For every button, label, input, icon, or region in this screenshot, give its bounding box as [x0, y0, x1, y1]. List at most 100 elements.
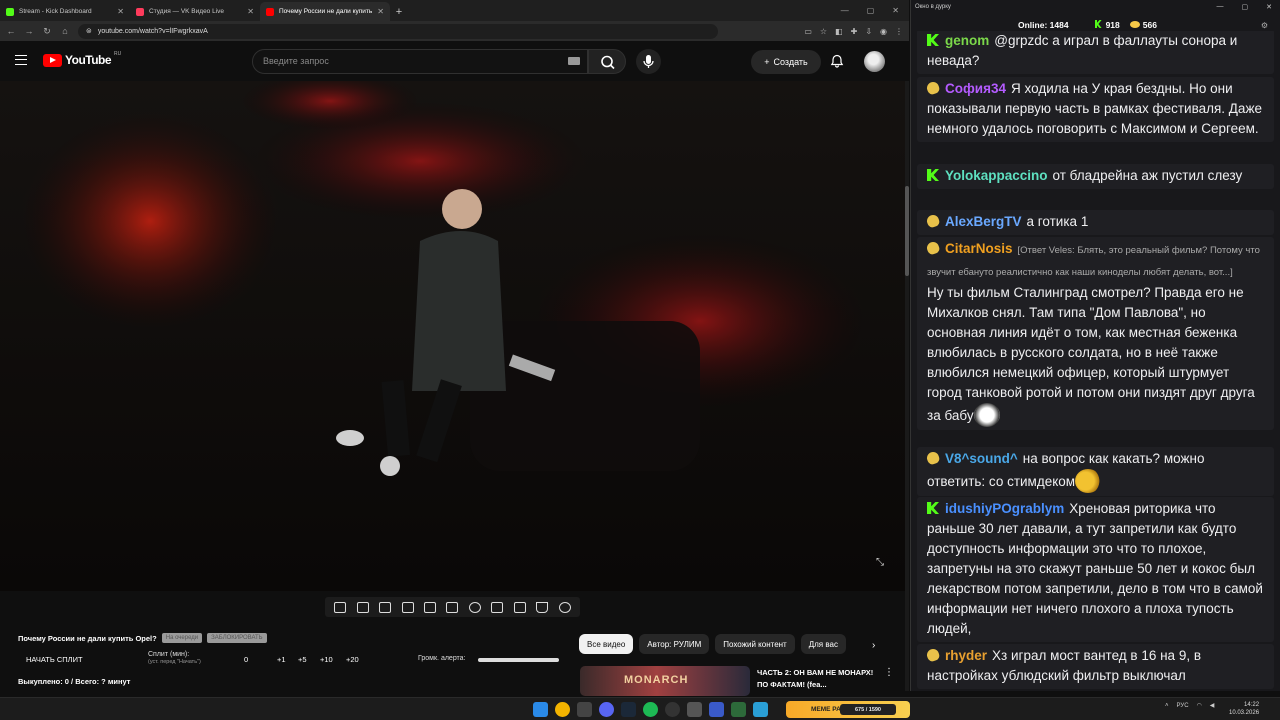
menu-dots-icon[interactable]: ⋮ — [895, 27, 903, 36]
close-tab-icon[interactable]: ✕ — [377, 7, 384, 16]
start-icon[interactable] — [533, 702, 548, 717]
chat-username[interactable]: idushiyPOgrablym — [945, 501, 1064, 516]
film-icon[interactable] — [401, 601, 414, 613]
video-tools-toolbar — [325, 597, 580, 617]
telegram-icon[interactable] — [753, 702, 768, 717]
new-tab-icon[interactable]: + — [390, 2, 408, 21]
chat-username[interactable]: V8^sound^ — [945, 451, 1018, 466]
home-icon[interactable]: ⌂ — [60, 26, 70, 36]
page-scrollbar[interactable] — [905, 81, 909, 691]
block-chip[interactable]: ЗАБЛОКИРОВАТЬ — [207, 633, 267, 643]
chat-username[interactable]: CitarNosis — [945, 241, 1013, 256]
chat-username[interactable]: Yolokappaccino — [945, 168, 1048, 183]
account-avatar[interactable] — [864, 51, 885, 72]
camera-icon[interactable] — [513, 601, 526, 613]
tab-kick-dashboard[interactable]: Stream - Kick Dashboard ✕ — [0, 2, 130, 21]
star-icon[interactable]: ☆ — [820, 27, 827, 36]
obs-icon[interactable] — [665, 702, 680, 717]
close-tab-icon[interactable]: ✕ — [247, 7, 254, 16]
menu-icon[interactable] — [15, 55, 27, 65]
eye-icon[interactable] — [379, 601, 392, 613]
app-icon[interactable] — [731, 702, 746, 717]
start-split-button[interactable]: НАЧАТЬ СПЛИТ — [26, 655, 83, 664]
chat-username[interactable]: rhyder — [945, 648, 987, 663]
chip-author[interactable]: Автор: РУЛИМ — [639, 634, 710, 654]
spotify-icon[interactable] — [643, 702, 658, 717]
more-options-icon[interactable]: ⋮ — [884, 667, 894, 678]
chip-similar[interactable]: Похожий контент — [715, 634, 795, 654]
broadcast-icon[interactable] — [356, 601, 369, 613]
clock[interactable]: 14:22 10.03.2026 — [1229, 701, 1259, 717]
subtitles-icon[interactable] — [446, 601, 459, 613]
youtube-header: YouTube RU Введите запрос + Создать — [0, 41, 909, 81]
profile-icon[interactable]: ◉ — [880, 27, 887, 36]
keyboard-icon[interactable] — [568, 57, 580, 65]
recommended-video-title[interactable]: ЧАСТЬ 2: ОН ВАМ НЕ МОНАРХ! ПО ФАКТАМ! (f… — [757, 667, 882, 691]
chat-text: а готика 1 — [1026, 214, 1089, 229]
fullscreen-icon[interactable]: ⤡ — [876, 557, 884, 568]
search-input[interactable]: Введите запрос — [252, 49, 588, 74]
voice-search-button[interactable] — [636, 49, 661, 74]
volume-icon[interactable]: ◀ — [1210, 702, 1215, 709]
puzzle-icon[interactable]: ✚ — [851, 27, 858, 36]
back-icon[interactable]: ← — [6, 26, 16, 36]
maximize-icon[interactable]: ▢ — [867, 6, 875, 15]
chip-for-you[interactable]: Для вас — [800, 634, 846, 654]
speed-icon[interactable] — [468, 601, 481, 613]
picture-icon[interactable] — [424, 601, 437, 613]
reload-icon[interactable]: ↻ — [42, 26, 52, 37]
screenshot-plus-icon[interactable] — [491, 601, 504, 613]
forward-icon[interactable]: → — [24, 26, 34, 36]
extension-icon[interactable]: ◧ — [835, 27, 843, 36]
app-icon[interactable] — [709, 702, 724, 717]
settings-icon[interactable]: ⚙ — [1261, 21, 1268, 30]
flask-icon[interactable] — [536, 601, 549, 613]
app-icon[interactable] — [577, 702, 592, 717]
tab-youtube-video[interactable]: Почему России не дали купить ✕ — [260, 2, 390, 21]
minimize-icon[interactable]: — — [841, 6, 849, 15]
queue-chip[interactable]: На очереди — [161, 633, 203, 643]
video-player[interactable]: ⤡ — [0, 81, 905, 591]
chat-username[interactable]: genom — [945, 33, 989, 48]
network-icon[interactable]: ◠ — [1197, 702, 1202, 709]
chat-messages[interactable]: genom @grpzdc а играл в фаллауты сонора и… — [911, 31, 1280, 691]
search-button[interactable] — [588, 49, 626, 74]
discord-icon[interactable] — [599, 702, 614, 717]
close-icon[interactable]: ✕ — [1266, 3, 1272, 11]
chat-message: София34 Я ходила на У края бездны. Но они… — [917, 77, 1274, 142]
step-button-0[interactable]: 0 — [244, 655, 248, 664]
language-indicator[interactable]: РУС — [1177, 703, 1189, 709]
chip-all-videos[interactable]: Все видео — [579, 634, 634, 654]
url-field[interactable]: ⊜ youtube.com/watch?v=lIFwgrkxavA — [78, 23, 718, 39]
close-tab-icon[interactable]: ✕ — [117, 7, 124, 16]
meme-party-widget[interactable]: MEME PARTY 675 / 1590 — [786, 701, 910, 718]
scrollbar-thumb[interactable] — [905, 186, 909, 276]
alert-volume-slider[interactable] — [478, 658, 559, 662]
chevron-right-icon[interactable]: › — [872, 640, 875, 651]
chat-username[interactable]: AlexBergTV — [945, 214, 1022, 229]
notifications-icon[interactable] — [830, 54, 844, 68]
youtube-logo[interactable]: YouTube RU — [43, 51, 121, 67]
app-icon[interactable] — [687, 702, 702, 717]
steam-icon[interactable] — [621, 702, 636, 717]
maximize-icon[interactable]: ▢ — [1242, 3, 1249, 11]
alert-volume-label: Громк. алерта: — [418, 655, 466, 662]
tab-vk-studio[interactable]: Студия — VK Видео Live ✕ — [130, 2, 260, 21]
create-button[interactable]: + Создать — [751, 50, 821, 74]
online-label: Online: — [1018, 20, 1048, 30]
chrome-icon[interactable] — [555, 702, 570, 717]
minimize-icon[interactable]: — — [1217, 3, 1224, 11]
gear-icon[interactable] — [558, 601, 571, 613]
chevron-up-icon[interactable]: ˄ — [1165, 703, 1169, 709]
loop-icon[interactable] — [334, 601, 347, 613]
step-button-1[interactable]: +1 — [277, 655, 286, 664]
recommended-thumbnail[interactable]: MONARCH — [580, 666, 750, 696]
chat-username[interactable]: София34 — [945, 81, 1006, 96]
close-icon[interactable]: ✕ — [892, 6, 899, 15]
step-button-5[interactable]: +5 — [298, 655, 307, 664]
step-button-10[interactable]: +10 — [320, 655, 333, 664]
step-button-20[interactable]: +20 — [346, 655, 359, 664]
site-info-icon[interactable]: ⊜ — [86, 27, 92, 35]
download-icon[interactable]: ⇩ — [865, 27, 872, 36]
install-icon[interactable]: ▭ — [804, 27, 812, 36]
